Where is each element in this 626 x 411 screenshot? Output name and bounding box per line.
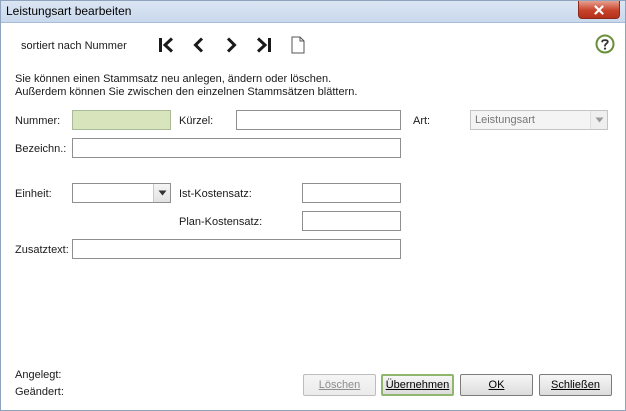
close-icon bbox=[594, 4, 604, 15]
uebernehmen-button-label: Übernehmen bbox=[385, 379, 450, 391]
nummer-label: Nummer: bbox=[15, 115, 61, 127]
chevron-down-icon bbox=[595, 117, 603, 123]
sort-label: sortiert nach Nummer bbox=[21, 40, 127, 52]
ok-button[interactable]: OK bbox=[460, 374, 533, 396]
first-record-button[interactable] bbox=[155, 34, 177, 56]
kuerzel-label: Kürzel: bbox=[179, 115, 214, 127]
angelegt-label: Angelegt: bbox=[15, 369, 62, 381]
ok-button-label: OK bbox=[488, 379, 505, 391]
einheit-dropdown-arrow[interactable] bbox=[153, 184, 170, 202]
dialog-window: Leistungsart bearbeiten sortiert nach Nu… bbox=[0, 0, 626, 411]
einheit-select[interactable] bbox=[72, 183, 171, 203]
art-selected-value: Leistungsart bbox=[475, 114, 535, 126]
plan-kostensatz-label: Plan-Kostensatz: bbox=[179, 216, 263, 228]
next-record-button[interactable] bbox=[220, 34, 242, 56]
previous-record-icon bbox=[193, 37, 204, 53]
nummer-field[interactable] bbox=[72, 110, 171, 130]
info-text-line1: Sie können einen Stammsatz neu anlegen, … bbox=[15, 73, 332, 85]
bezeichnung-label: Bezeichn.: bbox=[15, 143, 67, 155]
art-select[interactable]: Leistungsart bbox=[470, 110, 608, 130]
chevron-down-icon bbox=[158, 190, 166, 196]
geaendert-label: Geändert: bbox=[15, 386, 64, 398]
ist-kostensatz-field[interactable] bbox=[302, 183, 401, 203]
ist-kostensatz-label: Ist-Kostensatz: bbox=[179, 188, 252, 200]
next-record-icon bbox=[226, 37, 237, 53]
schliessen-button[interactable]: Schließen bbox=[539, 374, 612, 396]
new-record-button[interactable] bbox=[287, 34, 309, 56]
first-record-icon bbox=[159, 37, 174, 53]
help-button[interactable] bbox=[595, 34, 615, 54]
loeschen-button[interactable]: Löschen bbox=[303, 374, 376, 396]
kuerzel-field[interactable] bbox=[236, 110, 401, 130]
art-dropdown-arrow[interactable] bbox=[590, 111, 607, 129]
last-record-icon bbox=[256, 37, 271, 53]
title-bar: Leistungsart bearbeiten bbox=[1, 1, 625, 23]
window-title: Leistungsart bearbeiten bbox=[6, 4, 132, 18]
loeschen-button-label: Löschen bbox=[318, 379, 361, 391]
zusatztext-label: Zusatztext: bbox=[15, 244, 69, 256]
schliessen-button-label: Schließen bbox=[551, 379, 600, 391]
plan-kostensatz-field[interactable] bbox=[302, 211, 401, 231]
einheit-label: Einheit: bbox=[15, 188, 52, 200]
uebernehmen-button[interactable]: Übernehmen bbox=[381, 374, 454, 396]
zusatztext-field[interactable] bbox=[72, 239, 401, 259]
last-record-button[interactable] bbox=[253, 34, 275, 56]
art-label: Art: bbox=[413, 115, 431, 127]
new-document-icon bbox=[291, 36, 305, 54]
bezeichnung-field[interactable] bbox=[72, 138, 401, 158]
info-text-line2: Außerdem können Sie zwischen den einzeln… bbox=[15, 86, 358, 98]
previous-record-button[interactable] bbox=[188, 34, 210, 56]
help-icon bbox=[595, 34, 615, 54]
close-button[interactable] bbox=[578, 1, 620, 19]
